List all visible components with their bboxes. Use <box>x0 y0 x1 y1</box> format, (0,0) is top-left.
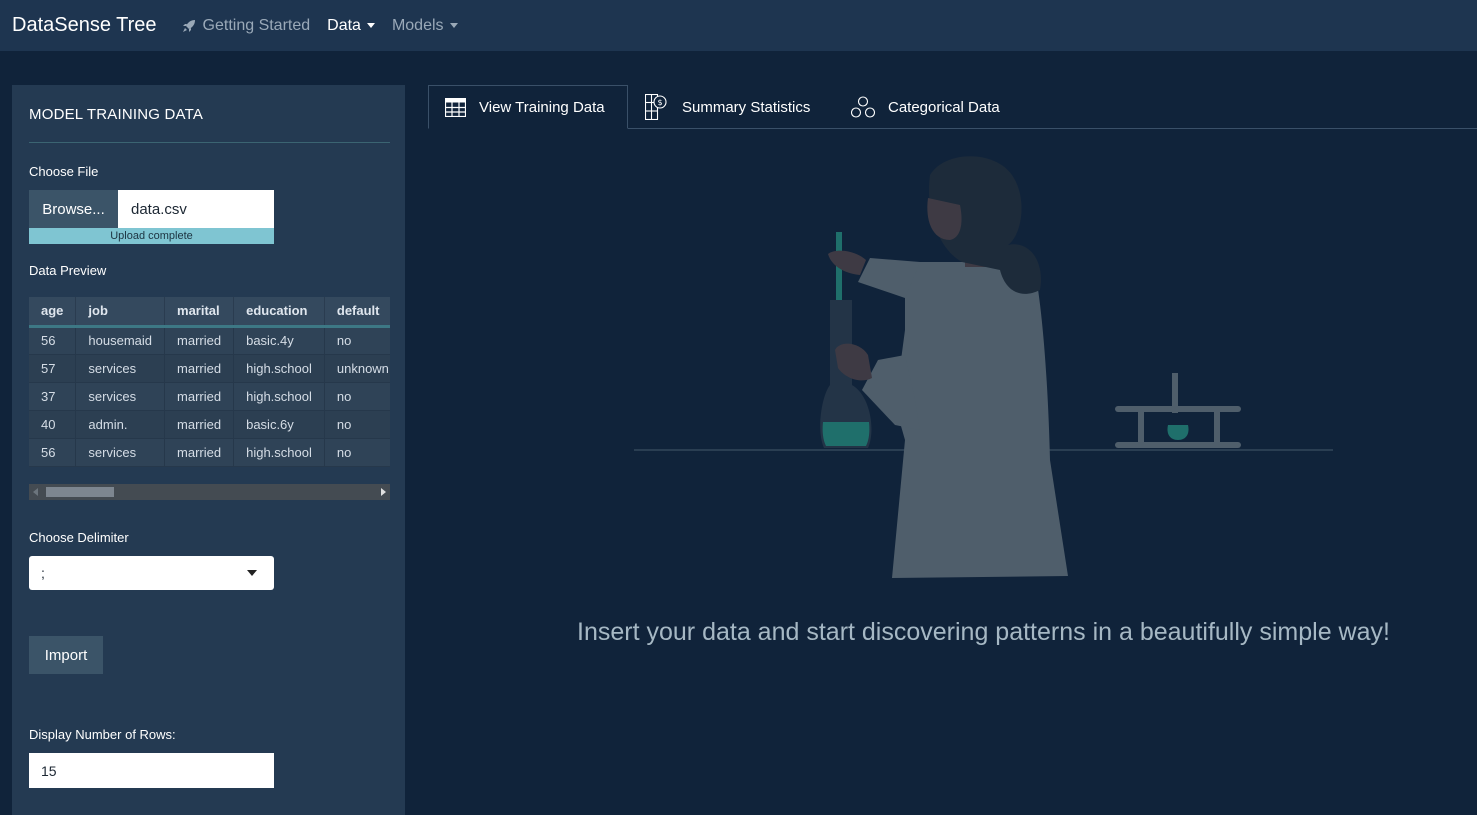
top-navbar: DataSense Tree Getting Started Data Mode… <box>0 0 1477 51</box>
table-cell: services <box>75 354 166 383</box>
table-cell: no <box>324 410 390 439</box>
table-row: 37 services married high.school no <box>29 382 390 411</box>
nav-models-label: Models <box>391 16 444 34</box>
nav-getting-started-label: Getting Started <box>202 16 311 34</box>
table-cell: 56 <box>29 438 77 467</box>
sidebar-panel: MODEL TRAINING DATA Choose File Browse..… <box>12 85 405 815</box>
delimiter-select[interactable]: ; <box>29 556 274 590</box>
choose-file-label: Choose File <box>29 164 99 179</box>
table-cell: 37 <box>29 382 77 411</box>
table-header-row: age job marital education default <box>29 297 390 328</box>
tab-summary-statistics[interactable]: $ Summary Statistics <box>645 85 810 129</box>
data-preview-label: Data Preview <box>29 263 107 278</box>
scrollbar-thumb[interactable] <box>46 487 114 497</box>
nav-data-dropdown[interactable]: Data <box>327 17 375 35</box>
table-cell: housemaid <box>75 326 166 355</box>
brand-title[interactable]: DataSense Tree <box>12 14 157 37</box>
main-tabs: View Training Data $ Summary Statistics … <box>428 85 1477 129</box>
table-cell: 57 <box>29 354 77 383</box>
circles-icon <box>851 96 875 118</box>
nav-models-dropdown[interactable]: Models <box>392 17 458 35</box>
table-cell: basic.4y <box>233 326 325 355</box>
dropdown-arrow-icon <box>247 570 257 576</box>
tab-categorical-data-label: Categorical Data <box>888 98 1000 116</box>
nav-data-label: Data <box>327 16 361 34</box>
tab-view-training-data-label: View Training Data <box>479 98 605 116</box>
table-cell: married <box>164 326 235 355</box>
table-row: 56 services married high.school no <box>29 438 390 467</box>
table-cell: basic.6y <box>233 410 325 439</box>
table-cell: no <box>324 382 390 411</box>
table-cell: services <box>75 438 166 467</box>
table-horizontal-scrollbar[interactable] <box>29 484 390 500</box>
sidebar-divider <box>29 142 390 143</box>
sidebar-title: MODEL TRAINING DATA <box>29 106 204 123</box>
upload-progress-bar: Upload complete <box>29 228 274 244</box>
tagline-text: Insert your data and start discovering p… <box>577 618 1390 646</box>
table-cell: high.school <box>233 438 325 467</box>
table-cell: services <box>75 382 166 411</box>
display-rows-input[interactable]: 15 <box>29 753 274 788</box>
table-cell: high.school <box>233 382 325 411</box>
table-cell: 56 <box>29 326 77 355</box>
table-grid-icon <box>445 97 466 117</box>
table-cell: no <box>324 438 390 467</box>
column-header-education[interactable]: education <box>233 297 325 328</box>
svg-text:$: $ <box>657 98 662 107</box>
statistics-icon: $ <box>645 94 669 120</box>
table-cell: 40 <box>29 410 77 439</box>
rocket-icon <box>181 18 197 34</box>
table-cell: no <box>324 326 390 355</box>
table-cell: admin. <box>75 410 166 439</box>
table-row: 56 housemaid married basic.4y no <box>29 326 390 355</box>
table-cell: married <box>164 438 235 467</box>
table-row: 40 admin. married basic.6y no <box>29 410 390 439</box>
tab-categorical-data[interactable]: Categorical Data <box>851 85 1000 129</box>
nav-getting-started[interactable]: Getting Started <box>181 16 311 35</box>
table-row: 57 services married high.school unknown <box>29 354 390 383</box>
column-header-default[interactable]: default <box>324 297 390 328</box>
caret-down-icon <box>366 23 375 28</box>
caret-down-icon <box>449 23 458 28</box>
import-button[interactable]: Import <box>29 636 103 674</box>
file-input: Browse... data.csv <box>29 190 274 228</box>
data-preview-table[interactable]: age job marital education default 56 hou… <box>29 297 390 467</box>
column-header-marital[interactable]: marital <box>164 297 235 328</box>
column-header-age[interactable]: age <box>29 297 77 328</box>
delimiter-selected-value: ; <box>41 565 45 581</box>
column-header-job[interactable]: job <box>75 297 166 328</box>
upload-status-text: Upload complete <box>110 230 193 242</box>
scientist-illustration <box>630 148 1340 593</box>
scroll-left-arrow-icon[interactable] <box>33 488 38 496</box>
table-cell: married <box>164 410 235 439</box>
table-cell: married <box>164 382 235 411</box>
table-cell: high.school <box>233 354 325 383</box>
display-rows-label: Display Number of Rows: <box>29 727 176 742</box>
file-name-field[interactable]: data.csv <box>118 190 274 228</box>
table-cell: unknown <box>324 354 390 383</box>
tab-view-training-data[interactable]: View Training Data <box>428 85 628 129</box>
browse-button[interactable]: Browse... <box>29 190 118 228</box>
tab-summary-statistics-label: Summary Statistics <box>682 98 811 116</box>
table-cell: married <box>164 354 235 383</box>
scroll-right-arrow-icon[interactable] <box>381 488 386 496</box>
choose-delimiter-label: Choose Delimiter <box>29 530 129 545</box>
